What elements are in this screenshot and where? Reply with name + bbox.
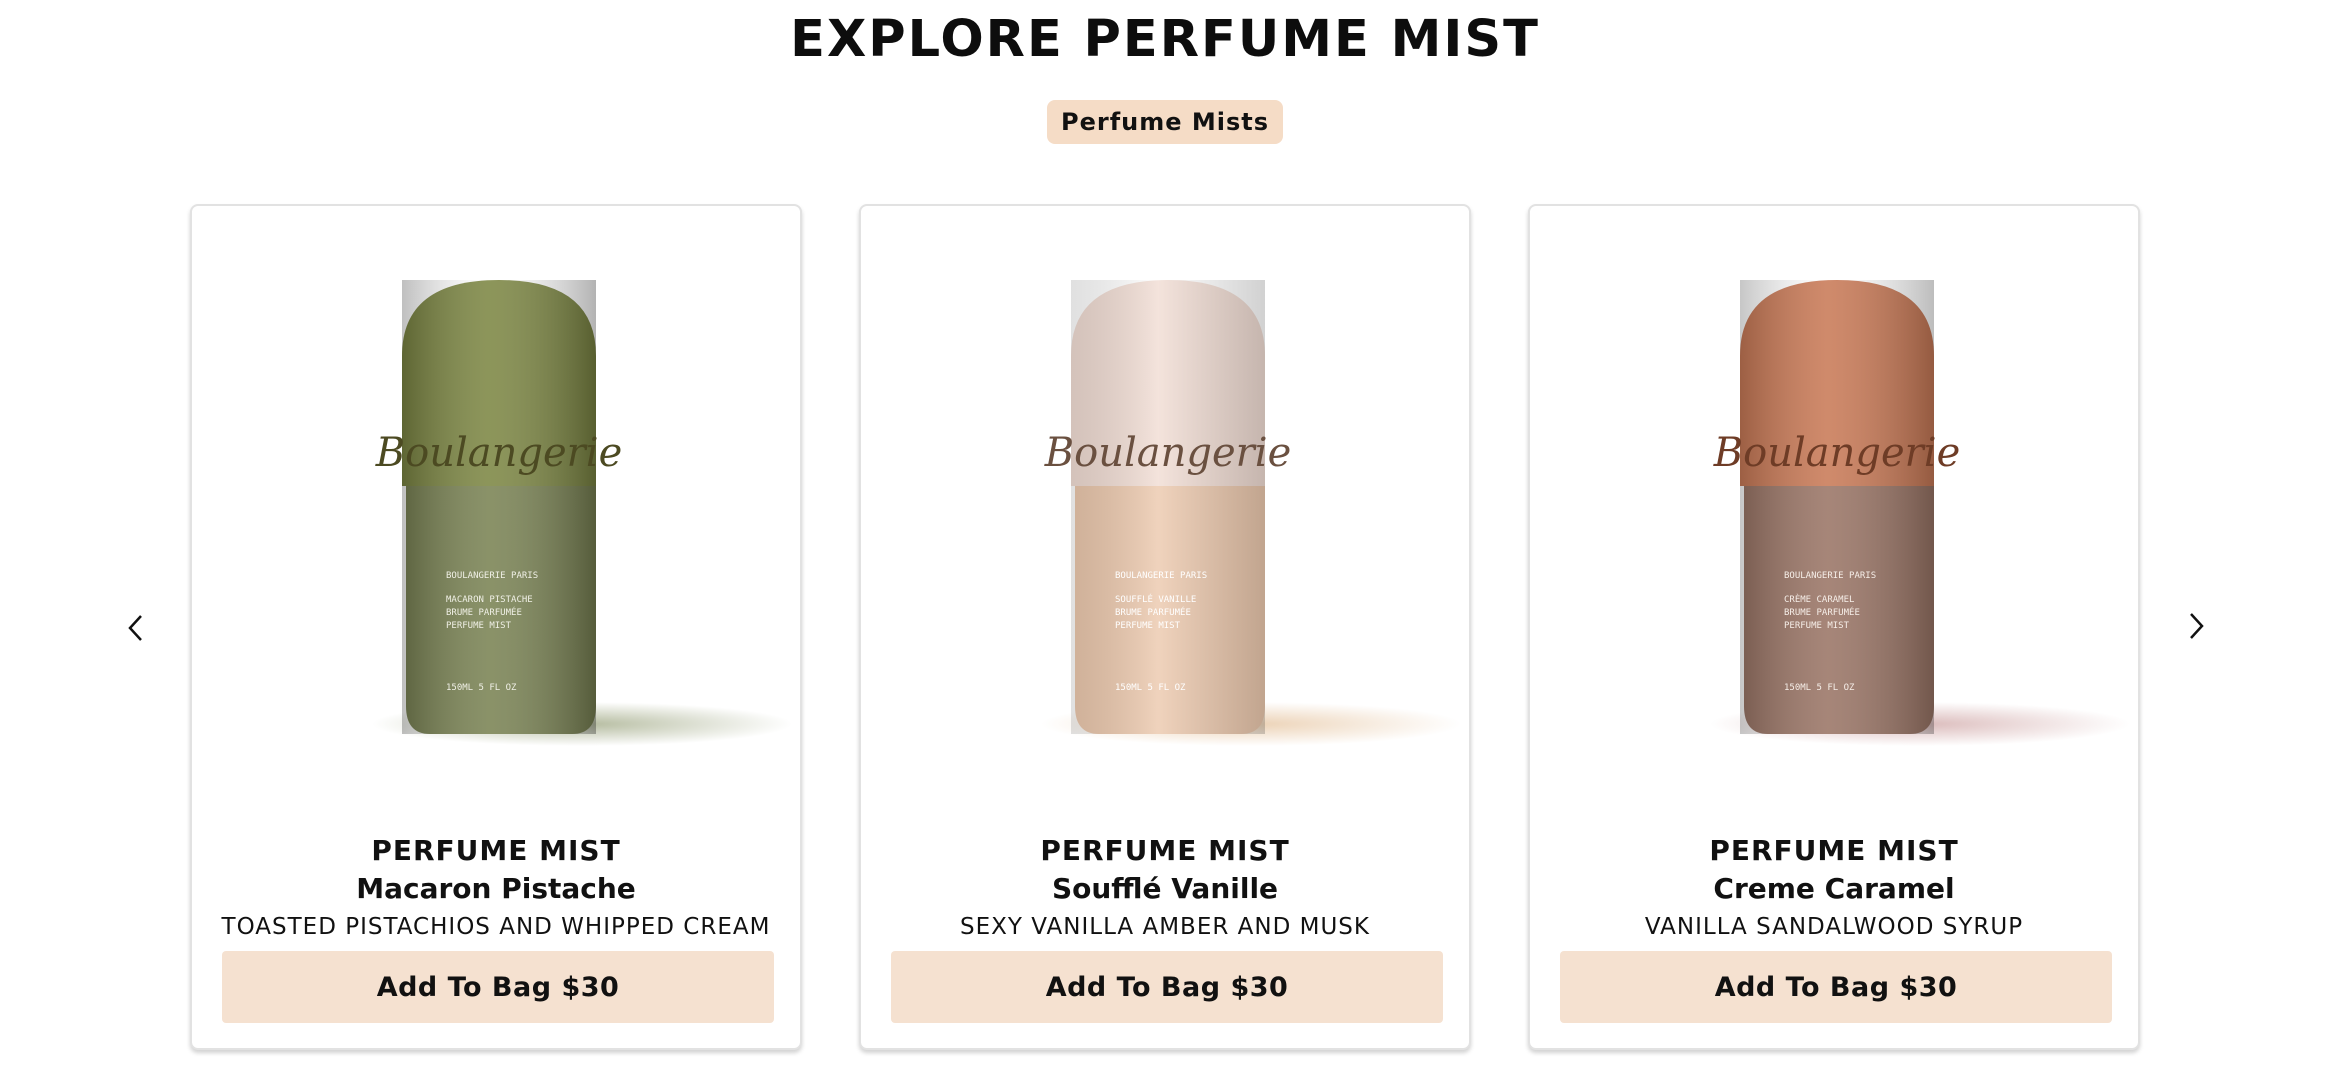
product-name[interactable]: Macaron Pistache — [192, 872, 800, 905]
bottle-brand: Boulangerie — [375, 430, 623, 476]
chevron-right-icon — [2190, 613, 2204, 639]
chevron-left-icon — [128, 615, 142, 641]
product-name[interactable]: Soufflé Vanille — [861, 872, 1469, 905]
page-title: EXPLORE PERFUME MIST — [790, 10, 1540, 69]
product-name[interactable]: Creme Caramel — [1530, 872, 2138, 905]
bottle-brand: Boulangerie — [1713, 430, 1961, 476]
bottle-label-line: BOULANGERIE PARIS — [446, 571, 538, 581]
bottle-label-line: SOUFFLÉ VANILLE — [1115, 593, 1196, 605]
bottle-label-line: PERFUME MIST — [446, 621, 512, 631]
bottle-label-line: BRUME PARFUMÉE — [1115, 606, 1191, 618]
product-notes: VANILLA SANDALWOOD SYRUP — [1644, 914, 2024, 940]
page: EXPLORE PERFUME MIST Perfume Mists Boula… — [0, 0, 2330, 1092]
product-image[interactable]: Boulangerie BOULANGERIE PARIS SOUFFLÉ VA… — [861, 206, 1471, 806]
product-card[interactable]: Boulangerie BOULANGERIE PARIS MACARON PI… — [190, 204, 802, 1050]
product-card[interactable]: Boulangerie BOULANGERIE PARIS SOUFFLÉ VA… — [859, 204, 1471, 1050]
add-to-bag-button[interactable]: Add To Bag $30 — [891, 951, 1443, 1023]
bottle-volume: 150ML 5 FL OZ — [1115, 683, 1186, 693]
bottle-label-line: MACARON PISTACHE — [446, 595, 533, 605]
product-category: PERFUME MIST — [1040, 834, 1290, 867]
bottle-label-line: BOULANGERIE PARIS — [1115, 571, 1207, 581]
bottle-label-line: BRUME PARFUMÉE — [1784, 606, 1860, 618]
carousel-next-button[interactable] — [2176, 606, 2216, 646]
product-card[interactable]: Boulangerie BOULANGERIE PARIS CRÈME CARA… — [1528, 204, 2140, 1050]
filter-chip-perfume-mists[interactable]: Perfume Mists — [1046, 100, 1284, 144]
bottle-label-line: BRUME PARFUMÉE — [446, 606, 522, 618]
product-notes: SEXY VANILLA AMBER AND MUSK — [960, 914, 1370, 940]
bottle-volume: 150ML 5 FL OZ — [1784, 683, 1855, 693]
bottle-label-line: CRÈME CARAMEL — [1784, 593, 1854, 605]
filter-bar: Perfume Mists — [0, 100, 2330, 144]
product-image[interactable]: Boulangerie BOULANGERIE PARIS MACARON PI… — [192, 206, 802, 806]
bottle-label-line: PERFUME MIST — [1784, 621, 1850, 631]
product-category: PERFUME MIST — [371, 834, 621, 867]
bottle-brand: Boulangerie — [1044, 430, 1292, 476]
bottle-volume: 150ML 5 FL OZ — [446, 683, 517, 693]
carousel-prev-button[interactable] — [116, 608, 156, 648]
add-to-bag-button[interactable]: Add To Bag $30 — [222, 951, 774, 1023]
product-notes: TOASTED PISTACHIOS AND WHIPPED CREAM — [221, 914, 771, 940]
add-to-bag-button[interactable]: Add To Bag $30 — [1560, 951, 2112, 1023]
product-image[interactable]: Boulangerie BOULANGERIE PARIS CRÈME CARA… — [1530, 206, 2140, 806]
product-category: PERFUME MIST — [1709, 834, 1959, 867]
bottle-label-line: BOULANGERIE PARIS — [1784, 571, 1876, 581]
bottle-label-line: PERFUME MIST — [1115, 621, 1181, 631]
